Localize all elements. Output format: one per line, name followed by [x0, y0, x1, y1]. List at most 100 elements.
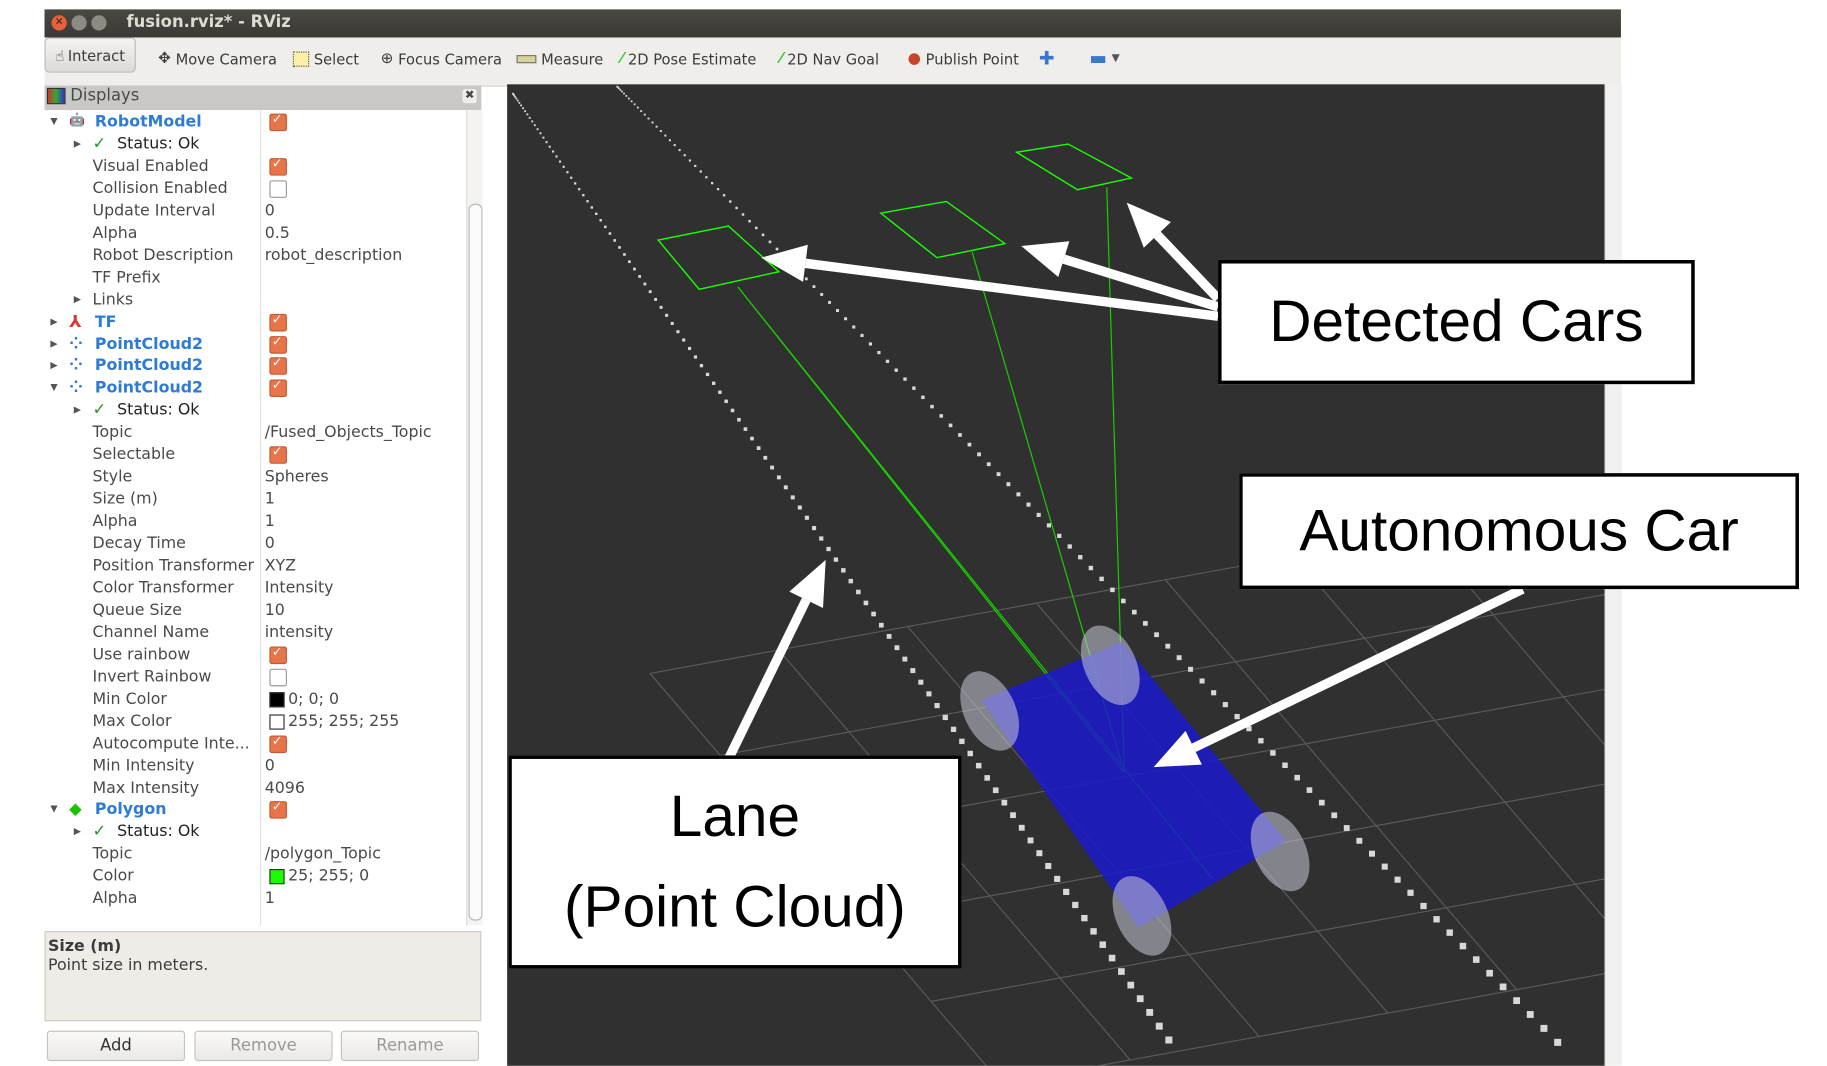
publish-point-tool-button[interactable]: ● Publish Point	[908, 50, 1019, 68]
remove-button[interactable]: Remove	[194, 1030, 333, 1062]
move-camera-tool-button[interactable]: ✥ Move Camera	[158, 50, 277, 68]
tree-row[interactable]: Selectable ✓	[45, 444, 467, 466]
tree-row[interactable]: Visual Enabled ✓	[45, 156, 467, 178]
tree-row[interactable]: Topic/Fused_Objects_Topic	[45, 422, 467, 444]
row-value[interactable]: 1	[265, 889, 275, 908]
rename-button[interactable]: Rename	[340, 1030, 480, 1062]
checkbox[interactable]: ✓	[269, 111, 287, 132]
collapse-arrow-icon[interactable]: ▼	[50, 382, 57, 393]
select-tool-button[interactable]: Select	[292, 50, 359, 68]
tree-row[interactable]: Channel Name intensity	[45, 622, 467, 644]
maximize-window-button[interactable]	[91, 15, 107, 31]
collapse-arrow-icon[interactable]: ▼	[50, 116, 57, 127]
color-swatch[interactable]	[269, 714, 285, 730]
tree-row[interactable]: Invert Rainbow	[45, 666, 467, 688]
row-value[interactable]: /Fused_Objects_Topic	[265, 423, 432, 442]
tree-row[interactable]: Alpha 1	[45, 888, 467, 910]
checkbox[interactable]: ✓	[269, 333, 287, 354]
tree-row[interactable]: Decay Time 0	[45, 533, 467, 555]
row-value[interactable]: 0; 0; 0	[288, 689, 339, 708]
row-value[interactable]: 0	[265, 756, 275, 775]
column-divider[interactable]	[260, 110, 262, 926]
collapse-arrow-icon[interactable]: ▼	[50, 804, 57, 815]
expand-arrow-icon[interactable]: ▶	[74, 138, 81, 149]
tree-row[interactable]: Max Color 255; 255; 255	[45, 710, 467, 732]
measure-tool-button[interactable]: Measure	[516, 50, 603, 68]
row-value[interactable]: 0	[265, 201, 275, 220]
tree-row[interactable]: ▶ ✓ Status: Ok	[45, 821, 467, 843]
expand-arrow-icon[interactable]: ▶	[74, 826, 81, 837]
plus-icon[interactable]: ✚	[1039, 47, 1055, 69]
row-value[interactable]: 10	[265, 601, 285, 620]
tree-row[interactable]: Autocompute Inte... ✓	[45, 733, 467, 755]
expand-arrow-icon[interactable]: ▶	[50, 338, 57, 349]
row-value[interactable]: XYZ	[265, 556, 296, 575]
tree-row[interactable]: Position Transformer XYZ	[45, 555, 467, 577]
tree-row[interactable]: Min Intensity 0	[45, 755, 467, 777]
tree-row[interactable]: Min Color 0; 0; 0	[45, 688, 467, 710]
checkbox[interactable]: ✓	[269, 378, 287, 398]
checkbox[interactable]: ✓	[269, 355, 287, 376]
tree-row[interactable]: Use rainbow ✓	[45, 644, 467, 666]
tree-row[interactable]: Color 25; 255; 0	[45, 866, 467, 888]
minus-icon[interactable]: ▬ ▼	[1089, 47, 1120, 69]
2d-nav-goal-tool-button[interactable]: ⁄ 2D Nav Goal	[780, 50, 879, 68]
expand-arrow-icon[interactable]: ▶	[50, 316, 57, 327]
tree-row[interactable]: ▼ 🤖 RobotModel ✓	[45, 111, 467, 133]
2d-pose-estimate-tool-button[interactable]: ⁄ 2D Pose Estimate	[621, 50, 757, 68]
tree-row[interactable]: Color Transformer Intensity	[45, 577, 467, 599]
add-button[interactable]: Add	[46, 1030, 186, 1062]
tree-row[interactable]: ▶ ✓ Status: Ok	[45, 400, 467, 422]
checkbox[interactable]	[269, 180, 287, 198]
close-panel-icon[interactable]: ✖	[462, 89, 477, 104]
tree-scrollbar[interactable]	[466, 110, 483, 926]
tree-row[interactable]: Update Interval 0	[45, 200, 467, 222]
tree-row[interactable]: ▶ ⁘ PointCloud2 ✓	[45, 355, 467, 377]
focus-camera-tool-button[interactable]: ⊕ Focus Camera	[381, 50, 502, 68]
tree-row[interactable]: Collision Enabled	[45, 178, 467, 200]
checkbox[interactable]: ✓	[269, 733, 287, 753]
row-value[interactable]: Spheres	[265, 468, 329, 487]
checkbox[interactable]	[269, 668, 287, 687]
tree-row[interactable]: Queue Size 10	[45, 600, 467, 622]
tree-row[interactable]: Max Intensity 4096	[45, 777, 467, 799]
row-value[interactable]: 1	[265, 490, 275, 509]
tree-row[interactable]: Topic/polygon_Topic	[45, 844, 467, 866]
expand-arrow-icon[interactable]: ▶	[74, 404, 81, 415]
checkbox[interactable]: ✓	[269, 644, 287, 664]
row-value[interactable]: /polygon_Topic	[265, 845, 381, 864]
row-value[interactable]: 255; 255; 255	[288, 712, 399, 731]
close-window-button[interactable]: ×	[51, 15, 67, 31]
tree-row[interactable]: ▶ ⅄ TF ✓	[45, 311, 467, 333]
row-value[interactable]: 0.5	[265, 223, 290, 242]
checkbox[interactable]: ✓	[269, 799, 287, 820]
tree-row[interactable]: Robot Description robot_description	[45, 244, 467, 266]
row-value[interactable]: robot_description	[265, 246, 403, 265]
color-swatch[interactable]	[269, 869, 285, 885]
checkbox[interactable]: ✓	[269, 311, 287, 331]
row-value[interactable]: 1	[265, 512, 275, 531]
tree-row[interactable]: ▶ ⁘ PointCloud2 ✓	[45, 333, 467, 355]
interact-tool-button[interactable]: ☝ Interact	[44, 37, 136, 73]
expand-arrow-icon[interactable]: ▶	[74, 293, 81, 304]
tree-row[interactable]: Alpha 1	[45, 511, 467, 533]
checkbox[interactable]: ✓	[269, 156, 287, 176]
scrollbar-thumb[interactable]	[468, 203, 483, 921]
checkbox[interactable]: ✓	[269, 444, 287, 465]
tree-row[interactable]: ▶ ✓ Status: Ok	[45, 133, 467, 155]
minimize-window-button[interactable]	[71, 15, 87, 31]
tree-row[interactable]: ▼ ⁘ PointCloud2 ✓	[45, 378, 467, 400]
tree-row[interactable]: Style Spheres	[45, 466, 467, 488]
tree-row[interactable]: TF Prefix	[45, 267, 467, 289]
row-value[interactable]: 4096	[265, 778, 305, 797]
tree-row[interactable]: ▶ Links	[45, 289, 467, 311]
color-swatch[interactable]	[269, 691, 285, 708]
tree-row[interactable]: ▼ ◆ Polygon ✓	[45, 799, 467, 821]
tree-row[interactable]: Alpha 0.5	[45, 222, 467, 244]
expand-arrow-icon[interactable]: ▶	[50, 360, 57, 371]
tree-row[interactable]: Size (m) 1	[45, 489, 467, 511]
row-value[interactable]: 25; 255; 0	[288, 867, 369, 886]
row-value[interactable]: 0	[265, 534, 275, 553]
row-value[interactable]: Intensity	[265, 578, 334, 597]
row-value[interactable]: intensity	[265, 623, 334, 642]
